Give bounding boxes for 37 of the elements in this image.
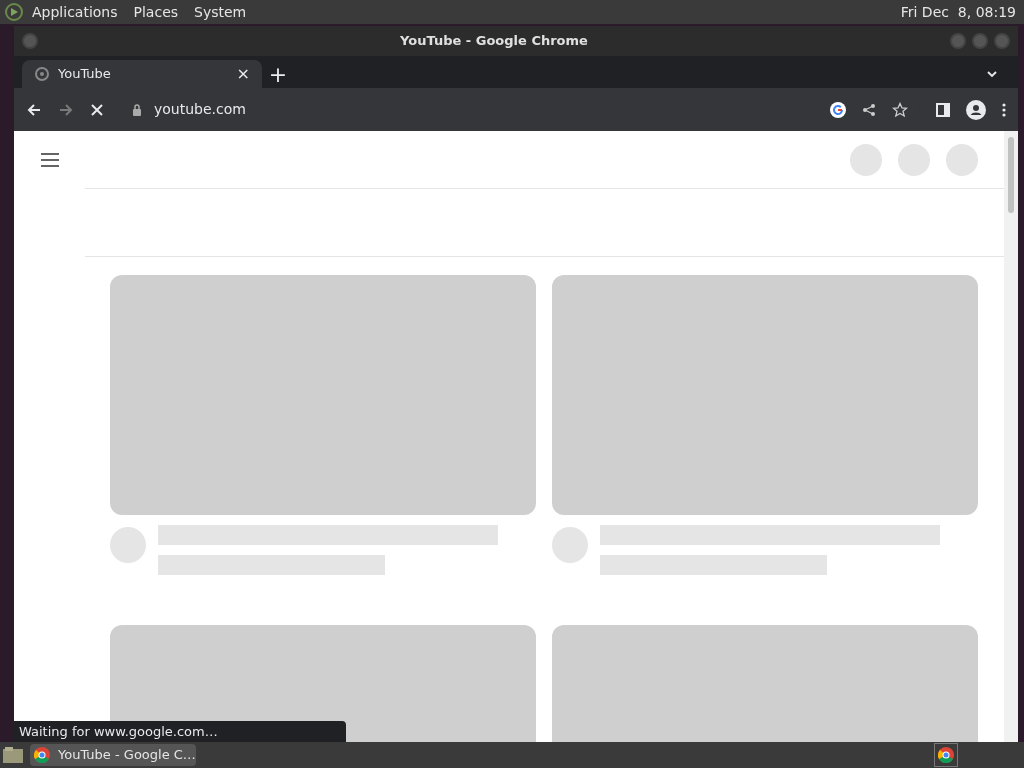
profile-icon[interactable]	[966, 99, 986, 120]
globe-icon	[34, 66, 50, 82]
url-text: youtube.com	[154, 100, 246, 119]
panel-menu[interactable]: Places	[133, 1, 179, 23]
tab-close-button[interactable]: ×	[236, 62, 250, 86]
stop-icon[interactable]	[90, 102, 104, 117]
taskbar-item-label: YouTube - Google C…	[58, 746, 196, 765]
tab-title: YouTube	[58, 65, 112, 84]
star-icon[interactable]	[892, 101, 908, 118]
scrollbar[interactable]	[1004, 131, 1018, 742]
chrome-icon[interactable]	[938, 747, 954, 763]
more-icon[interactable]	[1002, 102, 1006, 117]
window-title: YouTube - Google Chrome	[399, 32, 589, 51]
share-icon[interactable]	[862, 102, 876, 117]
icon-placeholder	[850, 143, 882, 176]
side-panel-icon[interactable]	[936, 102, 950, 117]
avatar-placeholder	[110, 527, 146, 563]
clock[interactable]: Fri Dec 8, 08:19	[900, 1, 1016, 23]
scrollbar-thumb[interactable]	[1008, 137, 1014, 213]
browser-tab[interactable]: YouTube ×	[22, 60, 262, 88]
avatar-placeholder	[552, 527, 588, 563]
forward-icon[interactable]	[58, 101, 74, 118]
show-desktop-icon[interactable]	[2, 746, 24, 764]
back-icon[interactable]	[26, 101, 42, 118]
chrome-icon	[34, 747, 50, 763]
avatar-placeholder	[946, 143, 978, 176]
google-icon[interactable]	[830, 101, 846, 118]
lock-icon[interactable]	[132, 103, 142, 116]
panel-menu[interactable]: System	[194, 1, 247, 23]
taskbar-item[interactable]: YouTube - Google C…	[30, 744, 196, 766]
logo-icon	[4, 2, 24, 22]
new-tab-button[interactable]: +	[262, 60, 294, 88]
chevron-down-icon[interactable]	[986, 68, 998, 80]
icon-placeholder	[898, 143, 930, 176]
panel-menu[interactable]: Applications	[32, 1, 118, 23]
status-bubble: Waiting for www.google.com…	[14, 721, 346, 742]
menu-icon[interactable]	[40, 151, 60, 168]
